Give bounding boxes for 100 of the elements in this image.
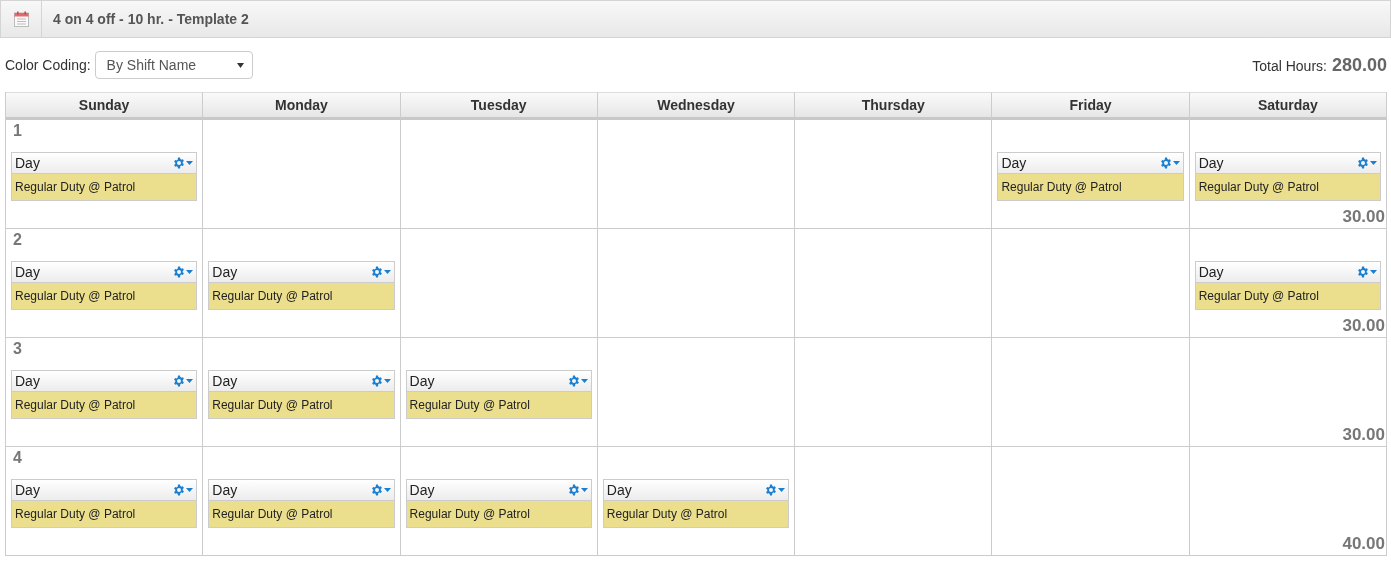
shift-settings-button[interactable] <box>1159 157 1180 169</box>
shift-card[interactable]: Day Regular Duty @ Patrol <box>11 152 198 201</box>
color-coding-select[interactable]: By Shift Name <box>94 51 253 79</box>
shift-description: Regular Duty @ Patrol <box>12 392 197 418</box>
caret-icon <box>383 270 391 274</box>
shift-card[interactable]: Day Regular Duty @ Patrol <box>208 261 395 310</box>
shift-name: Day <box>212 373 238 389</box>
gear-icon <box>370 266 383 278</box>
caret-icon <box>186 379 194 383</box>
calendar-icon <box>13 11 29 27</box>
gear-icon <box>370 484 383 496</box>
caret-icon <box>1172 161 1180 165</box>
total-hours-value: 280.00 <box>1331 54 1387 76</box>
shift-name: Day <box>15 264 40 280</box>
shift-description: Regular Duty @ Patrol <box>603 501 789 527</box>
shift-settings-button[interactable] <box>173 157 194 169</box>
shift-name: Day <box>1198 155 1224 171</box>
day-header: Tuesday <box>400 92 598 120</box>
shift-settings-button[interactable] <box>370 484 391 496</box>
shift-description: Regular Duty @ Patrol <box>12 283 197 309</box>
gear-icon <box>1357 266 1369 278</box>
shift-name: Day <box>212 264 238 280</box>
total-hours-label: Total Hours: <box>1252 57 1327 74</box>
shift-settings-button[interactable] <box>567 375 588 387</box>
shift-description: Regular Duty @ Patrol <box>1195 283 1380 309</box>
shift-name: Day <box>15 155 40 171</box>
shift-settings-button[interactable] <box>1357 157 1377 169</box>
caret-icon <box>1370 161 1377 165</box>
shift-card[interactable]: Day Regular Duty @ Patrol <box>405 479 592 528</box>
day-header: Sunday <box>6 92 204 120</box>
shift-name: Day <box>409 373 435 389</box>
week-number: 3 <box>12 339 22 359</box>
week-total: 30.00 <box>1342 424 1385 446</box>
shift-settings-button[interactable] <box>1357 266 1377 278</box>
shift-description: Regular Duty @ Patrol <box>406 392 591 418</box>
gear-icon <box>1159 157 1172 169</box>
shift-card[interactable]: Day Regular Duty @ Patrol <box>11 370 198 419</box>
shift-card[interactable]: Day Regular Duty @ Patrol <box>208 479 395 528</box>
shift-name: Day <box>606 482 632 498</box>
caret-icon <box>580 379 588 383</box>
gear-icon <box>567 375 580 387</box>
week-number: 4 <box>12 448 22 468</box>
shift-card[interactable]: Day Regular Duty @ Patrol <box>405 370 592 419</box>
shift-description: Regular Duty @ Patrol <box>1195 174 1380 200</box>
shift-card[interactable]: Day Regular Duty @ Patrol <box>602 479 790 528</box>
shift-settings-button[interactable] <box>173 484 194 496</box>
gear-icon <box>173 484 186 496</box>
shift-description: Regular Duty @ Patrol <box>998 174 1183 200</box>
caret-icon <box>186 270 194 274</box>
day-header: Wednesday <box>597 92 796 120</box>
shift-card[interactable]: Day Regular Duty @ Patrol <box>997 152 1184 201</box>
week-number: 1 <box>12 121 22 141</box>
shift-settings-button[interactable] <box>173 375 194 387</box>
shift-card[interactable]: Day Regular Duty @ Patrol <box>1194 261 1381 310</box>
gear-icon <box>173 157 186 169</box>
shift-name: Day <box>1001 155 1027 171</box>
week-total: 30.00 <box>1342 206 1385 228</box>
week-number: 2 <box>12 230 22 250</box>
shift-card[interactable]: Day Regular Duty @ Patrol <box>11 479 198 528</box>
shift-settings-button[interactable] <box>370 375 391 387</box>
week-total: 30.00 <box>1342 315 1385 337</box>
day-header: Thursday <box>795 92 993 120</box>
shift-description: Regular Duty @ Patrol <box>12 501 197 527</box>
caret-icon <box>236 62 244 68</box>
shift-settings-button[interactable] <box>370 266 391 278</box>
shift-description: Regular Duty @ Patrol <box>406 501 591 527</box>
day-header: Saturday <box>1189 92 1387 120</box>
caret-icon <box>186 161 194 165</box>
week-total: 40.00 <box>1342 533 1385 555</box>
shift-description: Regular Duty @ Patrol <box>209 283 394 309</box>
caret-icon <box>778 488 786 492</box>
caret-icon <box>186 488 194 492</box>
shift-description: Regular Duty @ Patrol <box>209 501 394 527</box>
caret-icon <box>580 488 588 492</box>
shift-card[interactable]: Day Regular Duty @ Patrol <box>1194 152 1381 201</box>
caret-icon <box>383 488 391 492</box>
gear-icon <box>173 266 186 278</box>
shift-name: Day <box>15 482 40 498</box>
shift-card[interactable]: Day Regular Duty @ Patrol <box>208 370 395 419</box>
shift-name: Day <box>15 373 40 389</box>
shift-card[interactable]: Day Regular Duty @ Patrol <box>11 261 198 310</box>
gear-icon <box>1357 157 1369 169</box>
color-coding-label: Color Coding: <box>5 57 91 73</box>
shift-name: Day <box>212 482 238 498</box>
shift-name: Day <box>1198 264 1224 280</box>
gear-icon <box>370 375 383 387</box>
template-title: 4 on 4 off - 10 hr. - Template 2 <box>53 11 249 27</box>
day-header: Monday <box>203 92 401 120</box>
shift-description: Regular Duty @ Patrol <box>12 174 197 200</box>
gear-icon <box>765 484 778 496</box>
caret-icon <box>1370 270 1377 274</box>
shift-settings-button[interactable] <box>567 484 588 496</box>
gear-icon <box>173 375 186 387</box>
day-header: Friday <box>992 92 1190 120</box>
shift-settings-button[interactable] <box>765 484 786 496</box>
shift-name: Day <box>409 482 435 498</box>
caret-icon <box>383 379 391 383</box>
shift-description: Regular Duty @ Patrol <box>209 392 394 418</box>
gear-icon <box>567 484 580 496</box>
shift-settings-button[interactable] <box>173 266 194 278</box>
